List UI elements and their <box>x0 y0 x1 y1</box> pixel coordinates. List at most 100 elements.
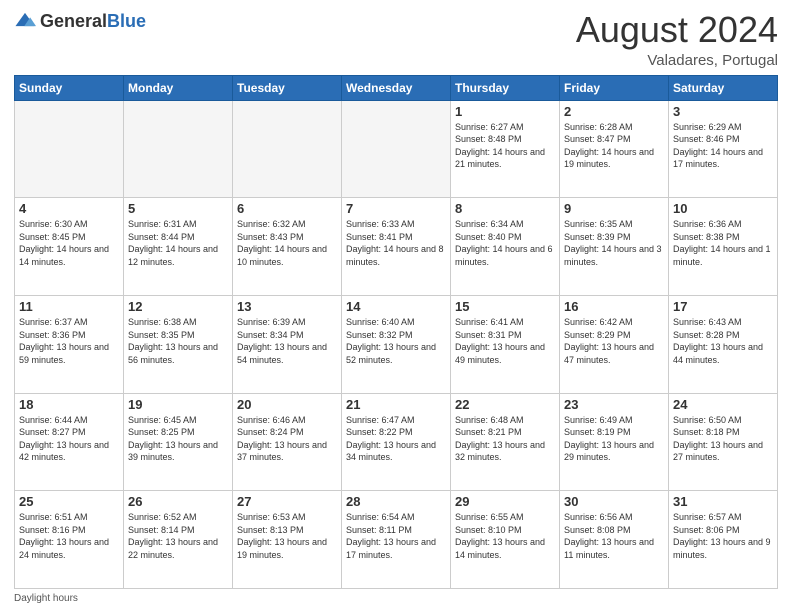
day-number: 18 <box>19 397 119 412</box>
day-number: 17 <box>673 299 773 314</box>
day-cell: 9Sunrise: 6:35 AMSunset: 8:39 PMDaylight… <box>560 198 669 296</box>
day-cell: 4 Sunrise: 6:30 AMSunset: 8:45 PMDaylight… <box>15 198 124 296</box>
day-cell: 28 Sunrise: 6:54 AMSunset: 8:11 PMDayligh… <box>342 491 451 589</box>
day-cell: 15 Sunrise: 6:41 AMSunset: 8:31 PMDayligh… <box>451 295 560 393</box>
day-cell: 21 Sunrise: 6:47 AMSunset: 8:22 PMDayligh… <box>342 393 451 491</box>
day-number: 15 <box>455 299 555 314</box>
day-number: 29 <box>455 494 555 509</box>
day-number: 4 <box>19 201 119 216</box>
day-number: 5 <box>128 201 228 216</box>
day-number: 22 <box>455 397 555 412</box>
day-info: Sunrise: 6:35 AMSunset: 8:39 PMDaylight:… <box>564 218 664 268</box>
footer-note: Daylight hours <box>14 593 778 604</box>
day-info: Sunrise: 6:44 AMSunset: 8:27 PMDaylight:… <box>19 414 119 464</box>
day-number: 31 <box>673 494 773 509</box>
logo: GeneralBlue <box>14 10 146 32</box>
col-friday: Friday <box>560 75 669 100</box>
day-info: Sunrise: 6:31 AMSunset: 8:44 PMDaylight:… <box>128 218 228 268</box>
day-cell: 18 Sunrise: 6:44 AMSunset: 8:27 PMDayligh… <box>15 393 124 491</box>
day-info: Sunrise: 6:52 AMSunset: 8:14 PMDaylight:… <box>128 511 228 561</box>
day-number: 1 <box>455 104 555 119</box>
logo-icon <box>14 10 36 32</box>
day-cell: 20Sunrise: 6:46 AMSunset: 8:24 PMDayligh… <box>233 393 342 491</box>
day-number: 3 <box>673 104 773 119</box>
day-cell <box>124 100 233 198</box>
day-cell: 17 Sunrise: 6:43 AMSunset: 8:28 PMDayligh… <box>669 295 778 393</box>
day-cell: 14 Sunrise: 6:40 AMSunset: 8:32 PMDayligh… <box>342 295 451 393</box>
day-number: 23 <box>564 397 664 412</box>
day-number: 24 <box>673 397 773 412</box>
col-thursday: Thursday <box>451 75 560 100</box>
day-number: 12 <box>128 299 228 314</box>
day-info: Sunrise: 6:29 AMSunset: 8:46 PMDaylight:… <box>673 121 773 171</box>
day-info: Sunrise: 6:46 AMSunset: 8:24 PMDaylight:… <box>237 414 337 464</box>
col-tuesday: Tuesday <box>233 75 342 100</box>
week-row-4: 18 Sunrise: 6:44 AMSunset: 8:27 PMDayligh… <box>15 393 778 491</box>
day-cell: 27Sunrise: 6:53 AMSunset: 8:13 PMDayligh… <box>233 491 342 589</box>
day-info: Sunrise: 6:41 AMSunset: 8:31 PMDaylight:… <box>455 316 555 366</box>
day-number: 11 <box>19 299 119 314</box>
day-cell: 12 Sunrise: 6:38 AMSunset: 8:35 PMDayligh… <box>124 295 233 393</box>
day-cell: 26 Sunrise: 6:52 AMSunset: 8:14 PMDayligh… <box>124 491 233 589</box>
day-info: Sunrise: 6:42 AMSunset: 8:29 PMDaylight:… <box>564 316 664 366</box>
header-row: Sunday Monday Tuesday Wednesday Thursday… <box>15 75 778 100</box>
day-info: Sunrise: 6:34 AMSunset: 8:40 PMDaylight:… <box>455 218 555 268</box>
header: GeneralBlue August 2024 Valadares, Portu… <box>14 10 778 69</box>
day-info: Sunrise: 6:48 AMSunset: 8:21 PMDaylight:… <box>455 414 555 464</box>
day-info: Sunrise: 6:28 AMSunset: 8:47 PMDaylight:… <box>564 121 664 171</box>
day-info: Sunrise: 6:43 AMSunset: 8:28 PMDaylight:… <box>673 316 773 366</box>
day-cell: 13 Sunrise: 6:39 AMSunset: 8:34 PMDayligh… <box>233 295 342 393</box>
day-cell: 10 Sunrise: 6:36 AMSunset: 8:38 PMDayligh… <box>669 198 778 296</box>
day-cell: 29 Sunrise: 6:55 AMSunset: 8:10 PMDayligh… <box>451 491 560 589</box>
day-info: Sunrise: 6:57 AMSunset: 8:06 PMDaylight:… <box>673 511 773 561</box>
page: GeneralBlue August 2024 Valadares, Portu… <box>0 0 792 612</box>
day-cell: 2 Sunrise: 6:28 AMSunset: 8:47 PMDaylight… <box>560 100 669 198</box>
day-info: Sunrise: 6:38 AMSunset: 8:35 PMDaylight:… <box>128 316 228 366</box>
day-info: Sunrise: 6:39 AMSunset: 8:34 PMDaylight:… <box>237 316 337 366</box>
day-info: Sunrise: 6:33 AMSunset: 8:41 PMDaylight:… <box>346 218 446 268</box>
title-area: August 2024 Valadares, Portugal <box>576 10 778 69</box>
day-number: 2 <box>564 104 664 119</box>
day-cell: 8Sunrise: 6:34 AMSunset: 8:40 PMDaylight… <box>451 198 560 296</box>
day-info: Sunrise: 6:47 AMSunset: 8:22 PMDaylight:… <box>346 414 446 464</box>
day-cell: 3 Sunrise: 6:29 AMSunset: 8:46 PMDaylight… <box>669 100 778 198</box>
day-info: Sunrise: 6:32 AMSunset: 8:43 PMDaylight:… <box>237 218 337 268</box>
day-number: 13 <box>237 299 337 314</box>
day-info: Sunrise: 6:30 AMSunset: 8:45 PMDaylight:… <box>19 218 119 268</box>
day-info: Sunrise: 6:40 AMSunset: 8:32 PMDaylight:… <box>346 316 446 366</box>
col-wednesday: Wednesday <box>342 75 451 100</box>
daylight-label: Daylight hours <box>14 593 78 604</box>
day-info: Sunrise: 6:56 AMSunset: 8:08 PMDaylight:… <box>564 511 664 561</box>
day-number: 26 <box>128 494 228 509</box>
day-cell: 22 Sunrise: 6:48 AMSunset: 8:21 PMDayligh… <box>451 393 560 491</box>
day-info: Sunrise: 6:50 AMSunset: 8:18 PMDaylight:… <box>673 414 773 464</box>
day-info: Sunrise: 6:55 AMSunset: 8:10 PMDaylight:… <box>455 511 555 561</box>
day-number: 14 <box>346 299 446 314</box>
day-cell: 11Sunrise: 6:37 AMSunset: 8:36 PMDayligh… <box>15 295 124 393</box>
day-info: Sunrise: 6:54 AMSunset: 8:11 PMDaylight:… <box>346 511 446 561</box>
day-cell: 24 Sunrise: 6:50 AMSunset: 8:18 PMDayligh… <box>669 393 778 491</box>
day-cell <box>342 100 451 198</box>
logo-general: GeneralBlue <box>40 11 146 32</box>
day-number: 28 <box>346 494 446 509</box>
day-cell: 5 Sunrise: 6:31 AMSunset: 8:44 PMDaylight… <box>124 198 233 296</box>
logo-area: GeneralBlue <box>14 10 146 32</box>
day-cell: 19Sunrise: 6:45 AMSunset: 8:25 PMDayligh… <box>124 393 233 491</box>
day-info: Sunrise: 6:53 AMSunset: 8:13 PMDaylight:… <box>237 511 337 561</box>
col-monday: Monday <box>124 75 233 100</box>
week-row-3: 11Sunrise: 6:37 AMSunset: 8:36 PMDayligh… <box>15 295 778 393</box>
day-info: Sunrise: 6:36 AMSunset: 8:38 PMDaylight:… <box>673 218 773 268</box>
col-saturday: Saturday <box>669 75 778 100</box>
day-cell: 30 Sunrise: 6:56 AMSunset: 8:08 PMDayligh… <box>560 491 669 589</box>
day-cell <box>233 100 342 198</box>
day-cell: 31 Sunrise: 6:57 AMSunset: 8:06 PMDayligh… <box>669 491 778 589</box>
day-cell: 25Sunrise: 6:51 AMSunset: 8:16 PMDayligh… <box>15 491 124 589</box>
day-cell: 16Sunrise: 6:42 AMSunset: 8:29 PMDayligh… <box>560 295 669 393</box>
day-cell <box>15 100 124 198</box>
day-info: Sunrise: 6:27 AMSunset: 8:48 PMDaylight:… <box>455 121 555 171</box>
col-sunday: Sunday <box>15 75 124 100</box>
day-number: 10 <box>673 201 773 216</box>
day-number: 21 <box>346 397 446 412</box>
day-cell: 6Sunrise: 6:32 AMSunset: 8:43 PMDaylight… <box>233 198 342 296</box>
day-number: 30 <box>564 494 664 509</box>
